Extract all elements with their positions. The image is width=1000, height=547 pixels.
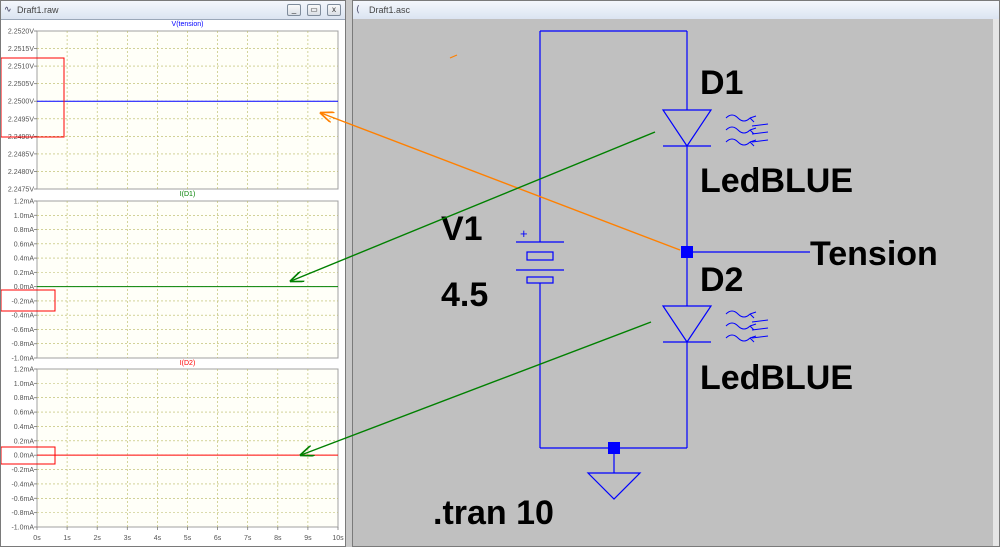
y-tick-label: 0.6mA [14,241,35,248]
y-tick-label: 2.2485V [8,151,34,158]
trace-title[interactable]: V(tension) [172,21,204,28]
y-tick-label: -0.8mA [11,510,34,517]
y-tick-label: -1.0mA [11,525,34,532]
schematic-window[interactable]: ⟨ Draft1.asc [352,0,1000,547]
y-tick-label: 0.4mA [14,256,35,263]
x-tick-label: 10s [332,535,344,542]
y-tick-label: -1.0mA [11,356,34,363]
x-tick-label: 4s [154,535,162,542]
y-tick-label: -0.8mA [11,341,34,348]
waveform-window[interactable]: ∿ Draft1.raw _ ▭ x 2.2520V 2.2515V 2.2510V… [0,0,346,547]
x-tick-label: 7s [244,535,252,542]
x-tick-label: 5s [184,535,192,542]
y-tick-label: 0.0mA [14,453,35,460]
waveform-plot[interactable]: 2.2520V 2.2515V 2.2510V 2.2505V 2.2500V 2.249… [1,19,346,547]
y-tick-label: 2.2480V [8,169,34,176]
trace-title[interactable]: I(D1) [180,191,196,198]
y-tick-label: 0.8mA [14,227,35,234]
waveform-titlebar[interactable]: ∿ Draft1.raw _ ▭ x [1,1,345,20]
schematic-scrollbar[interactable] [991,19,999,546]
y-tick-label: -0.4mA [11,313,34,320]
y-tick-label: 2.2510V [8,64,34,71]
y-tick-label: -0.6mA [11,327,34,334]
x-tick-label: 1s [63,535,71,542]
y-tick-label: 0.8mA [14,395,35,402]
y-tick-label: 2.2500V [8,99,34,106]
waveform-app-icon: ∿ [4,4,12,14]
minimize-button[interactable]: _ [287,4,301,16]
schematic-titlebar[interactable]: ⟨ Draft1.asc [353,1,999,20]
schematic-app-icon: ⟨ [356,4,360,14]
plot-pane-frame[interactable] [36,30,339,190]
y-tick-label: -0.6mA [11,496,34,503]
y-tick-label: -0.2mA [11,467,34,474]
close-button[interactable]: x [327,4,341,16]
maximize-button[interactable]: ▭ [307,4,321,16]
y-tick-label: 1.0mA [14,213,35,220]
x-tick-label: 9s [304,535,312,542]
y-tick-label: 1.2mA [14,199,35,206]
x-tick-label: 8s [274,535,282,542]
y-tick-label: 0.2mA [14,438,35,445]
y-tick-label: 1.0mA [14,381,35,388]
y-tick-label: 2.2520V [8,29,34,36]
y-tick-label: 0.4mA [14,424,35,431]
y-tick-label: 2.2505V [8,81,34,88]
y-tick-label: 1.2mA [14,367,35,374]
x-tick-label: 3s [124,535,132,542]
y-tick-label: 0.2mA [14,270,35,277]
y-tick-label: 0.6mA [14,410,35,417]
y-tick-label: 2.2495V [8,116,34,123]
schematic-title: Draft1.asc [369,5,411,15]
y-tick-label: 2.2475V [8,187,34,194]
x-tick-label: 0s [33,535,41,542]
x-tick-label: 6s [214,535,222,542]
y-tick-label: 2.2515V [8,46,34,53]
x-tick-label: 2s [93,535,101,542]
waveform-title: Draft1.raw [17,5,59,15]
trace-title[interactable]: I(D2) [180,360,196,367]
y-tick-label: -0.2mA [11,298,34,305]
plot-pane-frame[interactable] [36,368,339,528]
y-tick-label: -0.4mA [11,481,34,488]
